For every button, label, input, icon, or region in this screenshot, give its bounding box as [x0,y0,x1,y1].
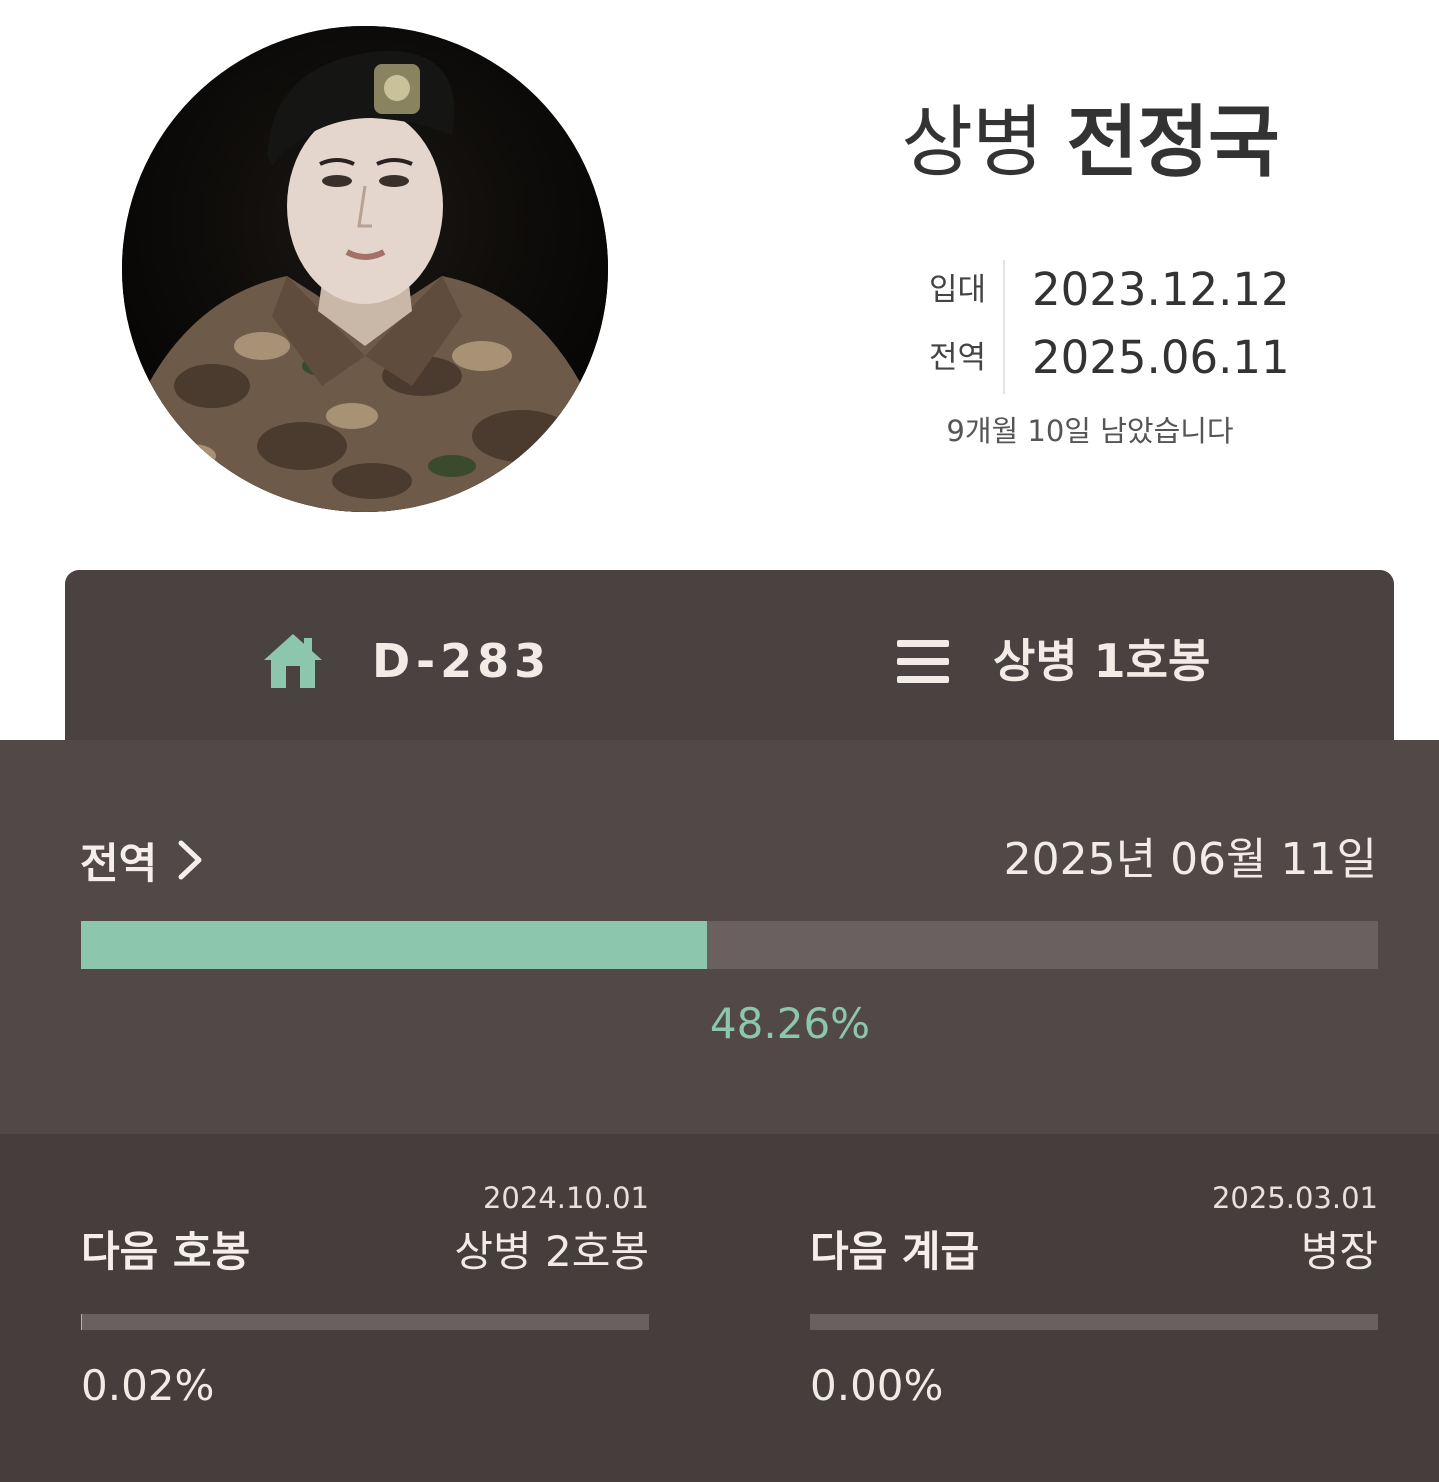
discharge-percent: 48.26% [709,999,871,1048]
next-rank-progress-bar [810,1314,1378,1330]
dday-counter: D-283 [372,634,552,688]
remaining-time-text: 9개월 10일 남았습니다 [946,414,1234,448]
next-step-title: 다음 호봉 [81,1227,251,1276]
soldier-portrait-image [122,26,608,512]
discharge-date: 2025.06.11 [1032,331,1290,384]
discharge-date-row: 전역 2025.06.11 [900,326,1300,390]
next-rank-card: 2025.03.01 다음 계급 병장 0.00% [810,1170,1378,1420]
next-step-progress-bar [81,1314,649,1330]
rank-step-tab[interactable]: 상병 1호봉 [895,626,1210,696]
discharge-progress-fill [81,921,707,969]
rank-label: 상병 [901,98,1044,188]
chevron-right-icon [173,837,207,883]
next-step-card: 2024.10.01 다음 호봉 상병 2호봉 0.02% [81,1170,649,1420]
rank-step-label: 상병 1호봉 [993,634,1211,688]
discharge-label: 전역 [928,340,986,376]
next-step-percent: 0.02% [81,1361,215,1410]
next-step-value: 상병 2호봉 [454,1227,649,1276]
enlistment-date-row: 입대 2023.12.12 [900,258,1300,322]
discharge-progress-bar [81,921,1378,969]
discharge-link[interactable]: 전역 [80,830,207,890]
next-rank-date: 2025.03.01 [1211,1181,1378,1215]
person-name: 전정국 [1066,98,1280,188]
discharge-full-date: 2025년 06월 11일 [1003,834,1377,885]
next-rank-title: 다음 계급 [810,1227,980,1276]
soldier-name-title: 상병 전정국 [860,95,1320,191]
next-rank-percent: 0.00% [810,1361,944,1410]
discharge-progress-label: 전역 [80,838,158,888]
home-icon [260,628,326,694]
dday-tab[interactable]: D-283 [260,626,551,696]
status-card: D-283 상병 1호봉 [65,570,1394,760]
next-rank-value: 병장 [1300,1227,1378,1276]
next-step-date: 2024.10.01 [482,1181,649,1215]
enlistment-label: 입대 [928,272,986,308]
profile-photo [122,26,608,512]
menu-icon [895,628,961,694]
enlistment-date: 2023.12.12 [1032,263,1290,316]
